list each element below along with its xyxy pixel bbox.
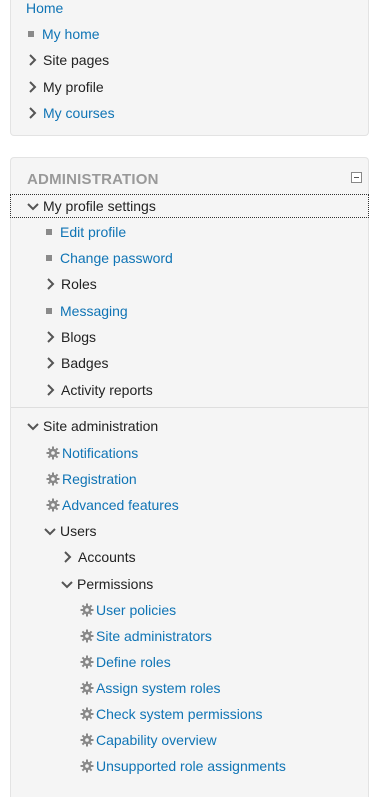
- activity-reports-label[interactable]: Activity reports: [61, 382, 153, 398]
- notifications-link[interactable]: Notifications: [62, 445, 138, 461]
- gear-icon: [80, 629, 94, 643]
- change-password-link[interactable]: Change password: [60, 250, 173, 266]
- permissions-item[interactable]: Permissions: [61, 573, 153, 595]
- site-administration[interactable]: Site administration: [27, 415, 158, 437]
- users-label[interactable]: Users: [60, 523, 97, 539]
- gear-icon: [46, 446, 60, 460]
- nav-item-my-profile[interactable]: My profile: [27, 76, 104, 98]
- messaging-link[interactable]: Messaging: [60, 303, 128, 319]
- gear-icon: [80, 733, 94, 747]
- notifications-item[interactable]: Notifications: [46, 442, 138, 464]
- section-divider: [11, 407, 368, 408]
- advanced-features-item[interactable]: Advanced features: [46, 494, 179, 516]
- chevron-down-icon[interactable]: [27, 201, 41, 211]
- chevron-right-icon[interactable]: [62, 551, 76, 564]
- site-administrators-link[interactable]: Site administrators: [96, 628, 212, 644]
- my-profile-settings-label[interactable]: My profile settings: [43, 198, 156, 214]
- chevron-right-icon[interactable]: [27, 81, 41, 94]
- gear-icon: [46, 472, 60, 486]
- gear-icon: [80, 681, 94, 695]
- assign-system-roles-link[interactable]: Assign system roles: [96, 680, 220, 696]
- user-policies-item[interactable]: User policies: [80, 599, 176, 621]
- define-roles-link[interactable]: Define roles: [96, 654, 171, 670]
- define-roles-item[interactable]: Define roles: [80, 651, 171, 673]
- check-system-permissions-item[interactable]: Check system permissions: [80, 703, 263, 725]
- unsupported-role-assignments-link[interactable]: Unsupported role assignments: [96, 758, 286, 774]
- navigation-block: Home My home Site pages My profile My co…: [10, 0, 369, 136]
- advanced-features-link[interactable]: Advanced features: [62, 497, 179, 513]
- gear-icon: [46, 498, 60, 512]
- registration-item[interactable]: Registration: [46, 468, 137, 490]
- messaging-item[interactable]: Messaging: [46, 300, 128, 322]
- badges-item[interactable]: Badges: [45, 352, 108, 374]
- edit-profile-item[interactable]: Edit profile: [46, 221, 126, 243]
- gear-icon: [80, 707, 94, 721]
- roles-item[interactable]: Roles: [45, 273, 97, 295]
- accounts-label[interactable]: Accounts: [78, 549, 136, 565]
- home-link[interactable]: Home: [26, 0, 63, 16]
- gear-icon: [80, 655, 94, 669]
- nav-item-site-pages[interactable]: Site pages: [27, 49, 109, 71]
- collapse-block-icon[interactable]: [351, 172, 362, 183]
- change-password-item[interactable]: Change password: [46, 247, 173, 269]
- chevron-right-icon[interactable]: [45, 331, 59, 344]
- edit-profile-link[interactable]: Edit profile: [60, 224, 126, 240]
- chevron-down-icon[interactable]: [44, 526, 58, 536]
- chevron-right-icon[interactable]: [45, 278, 59, 291]
- chevron-right-icon[interactable]: [27, 54, 41, 67]
- bullet-icon: [46, 229, 52, 236]
- assign-system-roles-item[interactable]: Assign system roles: [80, 677, 220, 699]
- blogs-item[interactable]: Blogs: [45, 326, 96, 348]
- site-pages-label[interactable]: Site pages: [43, 52, 109, 68]
- bullet-icon: [46, 308, 52, 315]
- chevron-down-icon[interactable]: [61, 579, 75, 589]
- registration-link[interactable]: Registration: [62, 471, 137, 487]
- gear-icon: [80, 603, 94, 617]
- capability-overview-link[interactable]: Capability overview: [96, 732, 217, 748]
- roles-label[interactable]: Roles: [61, 276, 97, 292]
- administration-block: ADMINISTRATION My profile settings Edit …: [10, 157, 369, 797]
- users-item[interactable]: Users: [44, 520, 97, 542]
- capability-overview-item[interactable]: Capability overview: [80, 729, 217, 751]
- activity-reports-item[interactable]: Activity reports: [45, 379, 153, 401]
- site-administration-label[interactable]: Site administration: [43, 418, 158, 434]
- my-profile-settings[interactable]: My profile settings: [27, 195, 156, 217]
- chevron-right-icon[interactable]: [45, 384, 59, 397]
- chevron-right-icon[interactable]: [27, 107, 41, 120]
- unsupported-role-assignments-item[interactable]: Unsupported role assignments: [80, 755, 286, 777]
- my-home-link[interactable]: My home: [42, 26, 100, 42]
- blogs-label[interactable]: Blogs: [61, 329, 96, 345]
- my-profile-label[interactable]: My profile: [43, 79, 104, 95]
- gear-icon: [80, 759, 94, 773]
- nav-item-my-home[interactable]: My home: [28, 23, 100, 45]
- accounts-item[interactable]: Accounts: [62, 546, 136, 568]
- permissions-label[interactable]: Permissions: [77, 576, 153, 592]
- nav-item-home[interactable]: Home: [26, 0, 63, 19]
- user-policies-link[interactable]: User policies: [96, 602, 176, 618]
- nav-item-my-courses[interactable]: My courses: [27, 102, 115, 124]
- bullet-icon: [46, 255, 52, 262]
- administration-title: ADMINISTRATION: [27, 171, 159, 188]
- my-courses-link[interactable]: My courses: [43, 105, 115, 121]
- bullet-icon: [28, 31, 34, 38]
- check-system-permissions-link[interactable]: Check system permissions: [96, 706, 263, 722]
- chevron-right-icon[interactable]: [45, 357, 59, 370]
- site-administrators-item[interactable]: Site administrators: [80, 625, 212, 647]
- chevron-down-icon[interactable]: [27, 421, 41, 431]
- badges-label[interactable]: Badges: [61, 355, 108, 371]
